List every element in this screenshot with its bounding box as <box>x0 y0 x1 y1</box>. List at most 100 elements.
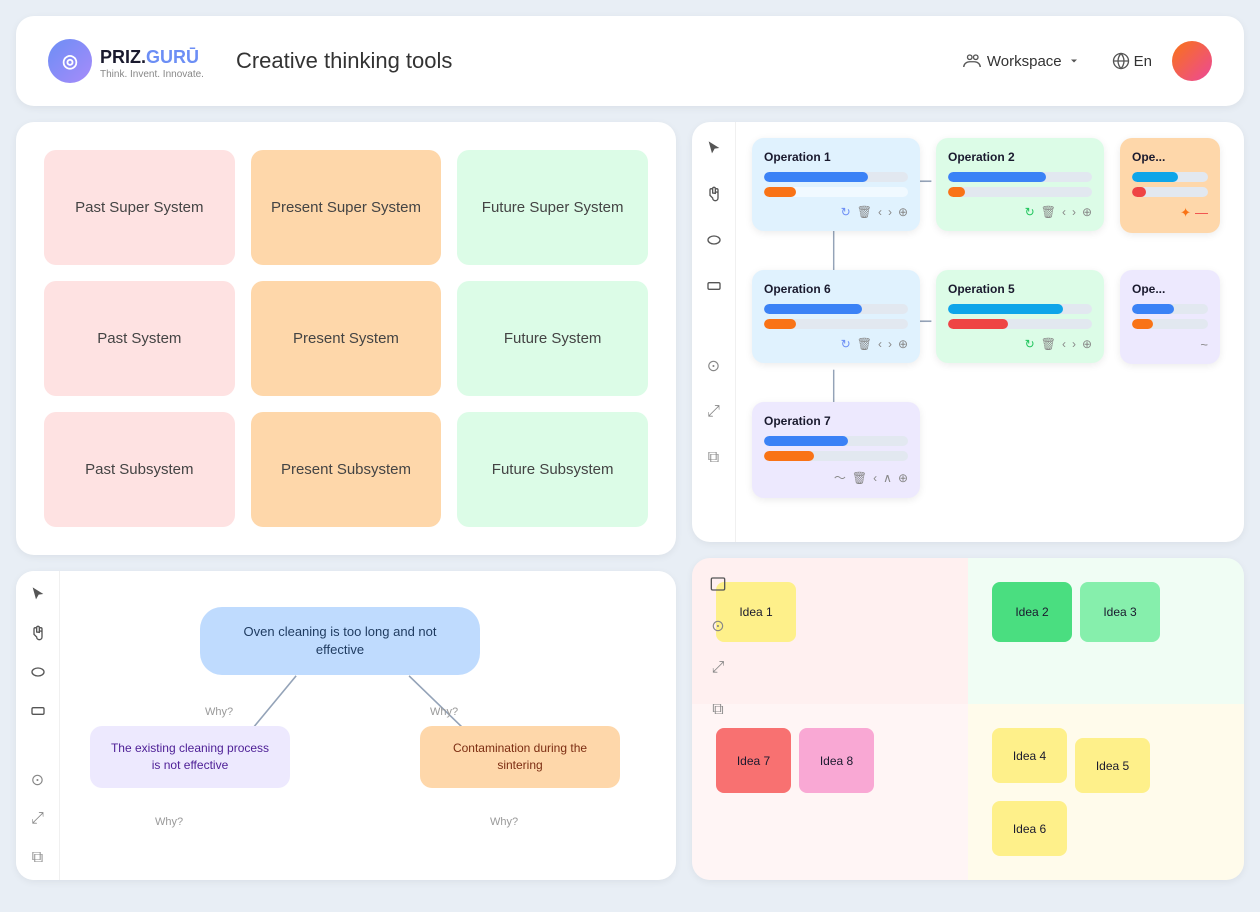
ideas-rect-tool[interactable] <box>704 570 732 598</box>
op2-add-icon[interactable]: ⊕ <box>1082 205 1092 219</box>
op-card-7[interactable]: Operation 7 〜 🗑 ‹ ∧ ⊕ <box>752 402 920 498</box>
ideas-target-tool[interactable]: ⊙ <box>704 612 732 640</box>
op6-add-icon[interactable]: ⊕ <box>898 337 908 351</box>
op-delete-icon[interactable]: 🗑 <box>857 205 872 219</box>
workspace-label: Workspace <box>987 53 1062 70</box>
op-card-6[interactable]: Operation 6 ↻ 🗑 ‹ › ⊕ <box>752 270 920 363</box>
idea-sticky-8[interactable]: Idea 8 <box>799 728 874 793</box>
lang-label: En <box>1134 53 1152 70</box>
grid-cell-label: Future System <box>504 330 602 347</box>
idea-sticky-2[interactable]: Idea 2 <box>992 582 1072 642</box>
idea-sticky-7[interactable]: Idea 7 <box>716 728 791 793</box>
ops-rect-tool[interactable] <box>700 272 728 300</box>
op2-delete-icon[interactable]: 🗑 <box>1041 205 1056 219</box>
op7-add-icon[interactable]: ⊕ <box>898 471 908 485</box>
ops-target-tool[interactable]: ⊙ <box>700 352 728 380</box>
ops-cursor-tool[interactable] <box>700 134 728 162</box>
op-next-icon[interactable]: › <box>888 205 892 219</box>
grid-cell-label: Past System <box>97 330 181 347</box>
quadrant-4: Idea 4 Idea 5 Idea 6 <box>968 704 1244 880</box>
op6-refresh-icon[interactable]: ↻ <box>841 337 851 351</box>
idea-sticky-6[interactable]: Idea 6 <box>992 801 1067 856</box>
op2-prev-icon[interactable]: ‹ <box>1062 205 1066 219</box>
op-bar-6a <box>764 304 908 314</box>
op5-refresh-icon[interactable]: ↻ <box>1025 337 1035 351</box>
copy-tool[interactable]: ⧉ <box>24 847 52 868</box>
idea-sticky-3[interactable]: Idea 3 <box>1080 582 1160 642</box>
why-label-2: Why? <box>430 706 458 718</box>
grid-cell-past-super-system[interactable]: Past Super System <box>44 150 235 265</box>
grid-cell-present-subsystem[interactable]: Present Subsystem <box>251 412 442 527</box>
op6-prev-icon[interactable]: ‹ <box>878 337 882 351</box>
expand-tool[interactable]: ⤢ <box>24 808 52 829</box>
grid-cell-present-system[interactable]: Present System <box>251 281 442 396</box>
idea-2-label: Idea 2 <box>1015 605 1048 619</box>
grid-cell-label: Present Subsystem <box>281 461 411 478</box>
op-card-partial-2[interactable]: Ope... ~ <box>1120 270 1220 364</box>
app-title: Creative thinking tools <box>236 48 452 74</box>
op-card-2[interactable]: Operation 2 ↻ 🗑 ‹ › ⊕ <box>936 138 1104 231</box>
grid-cell-past-subsystem[interactable]: Past Subsystem <box>44 412 235 527</box>
fishbone-main-node[interactable]: Oven cleaning is too long and not effect… <box>200 607 480 675</box>
rect-tool[interactable] <box>24 700 52 721</box>
op2-next-icon[interactable]: › <box>1072 205 1076 219</box>
grid-cell-future-super-system[interactable]: Future Super System <box>457 150 648 265</box>
ops-copy-tool[interactable]: ⧉ <box>700 444 728 472</box>
op-card-1[interactable]: Operation 1 ↻ 🗑 ‹ › ⊕ <box>752 138 920 231</box>
op7-delete-icon[interactable]: 🗑 <box>852 471 867 485</box>
op-bar-1a <box>764 172 908 182</box>
op6-delete-icon[interactable]: 🗑 <box>857 337 872 351</box>
ideas-toolbar: ⊙ ⤢ ⧉ <box>704 570 732 724</box>
grid-cell-label: Future Super System <box>482 199 624 216</box>
op5-delete-icon[interactable]: 🗑 <box>1041 337 1056 351</box>
op6-next-icon[interactable]: › <box>888 337 892 351</box>
op-prev-icon[interactable]: ‹ <box>878 205 882 219</box>
main-content: Past Super System Present Super System F… <box>0 122 1260 896</box>
op5-next-icon[interactable]: › <box>1072 337 1076 351</box>
why-label-1: Why? <box>205 706 233 718</box>
op2-refresh-icon[interactable]: ↻ <box>1025 205 1035 219</box>
fishbone-toolbar: ⊙ ⤢ ⧉ <box>16 571 60 880</box>
hand-tool[interactable] <box>24 622 52 643</box>
fishbone-right-node[interactable]: Contamination during the sintering <box>420 726 620 788</box>
grid-cell-present-super-system[interactable]: Present Super System <box>251 150 442 265</box>
workspace-icon <box>963 52 981 70</box>
ops-expand-tool[interactable]: ⤢ <box>700 398 728 426</box>
ideas-expand-tool[interactable]: ⤢ <box>704 654 732 682</box>
workspace-button[interactable]: Workspace <box>951 44 1092 78</box>
ops-shape-tool[interactable] <box>700 226 728 254</box>
op-add-icon[interactable]: ⊕ <box>898 205 908 219</box>
op5-add-icon[interactable]: ⊕ <box>1082 337 1092 351</box>
op5-prev-icon[interactable]: ‹ <box>1062 337 1066 351</box>
op3-partial-icon[interactable]: ✦ <box>1180 205 1191 221</box>
idea-sticky-4[interactable]: Idea 4 <box>992 728 1067 783</box>
op7-up-icon[interactable]: ∧ <box>883 471 892 485</box>
shape-tool[interactable] <box>24 661 52 682</box>
ideas-copy-tool[interactable]: ⧉ <box>704 696 732 724</box>
op-title-5: Operation 5 <box>948 282 1092 296</box>
op7-wave-icon[interactable]: 〜 <box>834 469 846 486</box>
grid-cell-label: Past Super System <box>75 199 203 216</box>
op-partial2-icon[interactable]: ~ <box>1200 337 1208 352</box>
grid-cell-future-system[interactable]: Future System <box>457 281 648 396</box>
op7-prev-icon[interactable]: ‹ <box>873 471 877 485</box>
quadrant-3: Idea 7 Idea 8 <box>692 704 968 880</box>
op3-minus-icon[interactable]: ― <box>1195 205 1208 221</box>
op-refresh-icon[interactable]: ↻ <box>841 205 851 219</box>
op-card-5[interactable]: Operation 5 ↻ 🗑 ‹ › ⊕ <box>936 270 1104 363</box>
grid-cell-label: Present System <box>293 330 399 347</box>
operations-canvas: Operation 1 ↻ 🗑 ‹ › ⊕ <box>736 122 1244 542</box>
fishbone-left-node[interactable]: The existing cleaning process is not eff… <box>90 726 290 788</box>
cursor-tool[interactable] <box>24 583 52 604</box>
grid-cell-future-subsystem[interactable]: Future Subsystem <box>457 412 648 527</box>
idea-5-label: Idea 5 <box>1096 759 1129 773</box>
idea-sticky-5[interactable]: Idea 5 <box>1075 738 1150 793</box>
why-label-4: Why? <box>490 816 518 828</box>
grid-cell-past-system[interactable]: Past System <box>44 281 235 396</box>
ideas-top-row: Idea 1 Idea 2 Idea 3 <box>692 558 1244 704</box>
op-card-3-partial[interactable]: Ope... ✦ ― <box>1120 138 1220 233</box>
language-button[interactable]: En <box>1112 52 1152 70</box>
avatar[interactable] <box>1172 41 1212 81</box>
target-tool[interactable]: ⊙ <box>24 769 52 790</box>
ops-hand-tool[interactable] <box>700 180 728 208</box>
